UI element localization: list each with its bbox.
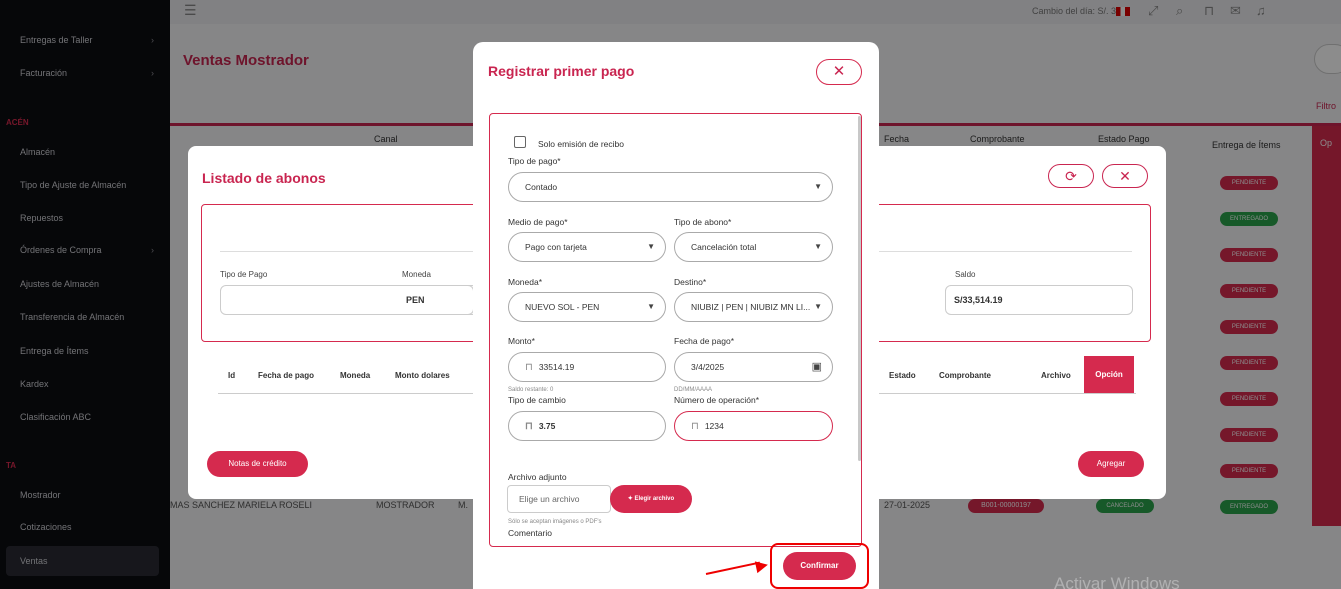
tipo-abono-label: Tipo de abono* xyxy=(674,217,732,227)
add-payment-button[interactable]: Agregar xyxy=(1078,451,1144,477)
chevron-down-icon: ▼ xyxy=(814,182,822,191)
saldo-restante-hint: Saldo restante: 0 xyxy=(508,387,554,393)
file-input[interactable]: Elige un archivo xyxy=(507,485,611,513)
column-header-fecha-pago: Fecha de pago xyxy=(258,371,315,380)
moneda-label: Moneda xyxy=(402,270,431,279)
comentario-label: Comentario xyxy=(508,528,552,538)
choose-file-label: Elegir archivo xyxy=(634,496,675,502)
tipo-abono-select[interactable]: Cancelación total ▼ xyxy=(674,232,833,262)
medio-pago-select[interactable]: Pago con tarjeta ▼ xyxy=(508,232,666,262)
tipo-cambio-label: Tipo de cambio xyxy=(508,395,566,405)
select-value: NIUBIZ | PEN | NIUBIZ MN LI... xyxy=(691,302,811,312)
payment-form: Solo emisión de recibo Tipo de pago* Con… xyxy=(489,113,862,547)
abonos-refresh-button[interactable]: ⟳ xyxy=(1048,164,1094,188)
saldo-field[interactable]: S/33,514.19 xyxy=(945,285,1133,315)
input-value: 3/4/2025 xyxy=(691,362,725,372)
input-value: 1234 xyxy=(704,421,724,431)
windows-activation-watermark: Activar Windows xyxy=(1054,574,1180,589)
date-format-hint: DD/MM/AAAA xyxy=(674,387,713,393)
abonos-close-button[interactable]: ✕ xyxy=(1102,164,1148,188)
moneda-select[interactable]: NUEVO SOL - PEN ▼ xyxy=(508,292,666,322)
bookmark-icon: ⊓ xyxy=(525,362,533,373)
saldo-label: Saldo xyxy=(955,270,976,279)
chevron-down-icon: ▼ xyxy=(814,302,822,311)
annotation-highlight-box xyxy=(770,543,869,589)
input-value: 3.75 xyxy=(538,421,556,431)
tipo-pago-label: Tipo de Pago xyxy=(220,270,268,279)
select-value: Pago con tarjeta xyxy=(525,242,587,252)
calendar-icon[interactable]: ▣ xyxy=(812,353,822,381)
choose-file-button[interactable]: ✦ Elegir archivo xyxy=(610,485,692,513)
payment-modal: Registrar primer pago ✕ Solo emisión de … xyxy=(473,42,879,589)
chevron-down-icon: ▼ xyxy=(814,242,822,251)
abonos-modal-title: Listado de abonos xyxy=(202,170,326,186)
column-header-monto-dolares: Monto dolares xyxy=(395,371,450,380)
medio-pago-label: Medio de pago* xyxy=(508,217,568,227)
tipo-pago-select[interactable]: Contado ▼ xyxy=(508,172,833,202)
column-header-id: Id xyxy=(228,371,236,380)
close-icon: ✕ xyxy=(832,63,846,80)
archivo-label: Archivo adjunto xyxy=(508,472,567,482)
column-header-moneda: Moneda xyxy=(340,371,371,380)
num-operacion-input[interactable]: ⊓ 1234 xyxy=(674,411,833,441)
moneda-field[interactable]: PEN xyxy=(398,285,478,315)
receipt-only-checkbox[interactable] xyxy=(514,136,526,148)
select-value: NUEVO SOL - PEN xyxy=(525,302,600,312)
fecha-pago-input[interactable]: 3/4/2025 ▣ xyxy=(674,352,833,382)
tipo-cambio-input[interactable]: ⊓ 3.75 xyxy=(508,411,666,441)
payment-modal-title: Registrar primer pago xyxy=(488,63,635,79)
bookmark-icon: ⊓ xyxy=(525,421,533,432)
payment-modal-close-button[interactable]: ✕ xyxy=(816,59,862,85)
monto-input[interactable]: ⊓ 33514.19 xyxy=(508,352,666,382)
column-header-comprobante: Comprobante xyxy=(939,371,991,380)
annotation-arrow-head xyxy=(754,558,770,574)
tipo-pago-label: Tipo de pago* xyxy=(508,156,561,166)
chevron-down-icon: ▼ xyxy=(647,302,655,311)
monto-label: Monto* xyxy=(508,336,535,346)
destino-label: Destino* xyxy=(674,277,707,287)
refresh-icon: ⟳ xyxy=(1065,168,1077,184)
app-root: Entregas de Taller › Facturación › ACÉN Al… xyxy=(0,0,1341,589)
bookmark-icon: ⊓ xyxy=(691,421,699,432)
form-scrollbar[interactable] xyxy=(858,116,861,461)
moneda-label: Moneda* xyxy=(508,277,543,287)
fecha-pago-label: Fecha de pago* xyxy=(674,336,735,346)
input-value: 33514.19 xyxy=(538,362,575,372)
select-value: Cancelación total xyxy=(691,242,757,252)
select-value: Contado xyxy=(525,182,558,192)
column-header-estado: Estado xyxy=(889,371,916,380)
chevron-down-icon: ▼ xyxy=(647,242,655,251)
upload-icon: ✦ xyxy=(627,496,635,502)
close-icon: ✕ xyxy=(1119,168,1131,184)
receipt-only-label: Solo emisión de recibo xyxy=(538,139,624,149)
destino-select[interactable]: NIUBIZ | PEN | NIUBIZ MN LI... ▼ xyxy=(674,292,833,322)
column-header-archivo: Archivo xyxy=(1041,371,1071,380)
column-header-opcion: Opción xyxy=(1084,356,1134,393)
num-operacion-label: Número de operación* xyxy=(674,395,760,405)
credit-notes-button[interactable]: Notas de crédito xyxy=(207,451,308,477)
file-type-hint: Sólo se aceptan imágenes o PDF's xyxy=(508,519,602,525)
